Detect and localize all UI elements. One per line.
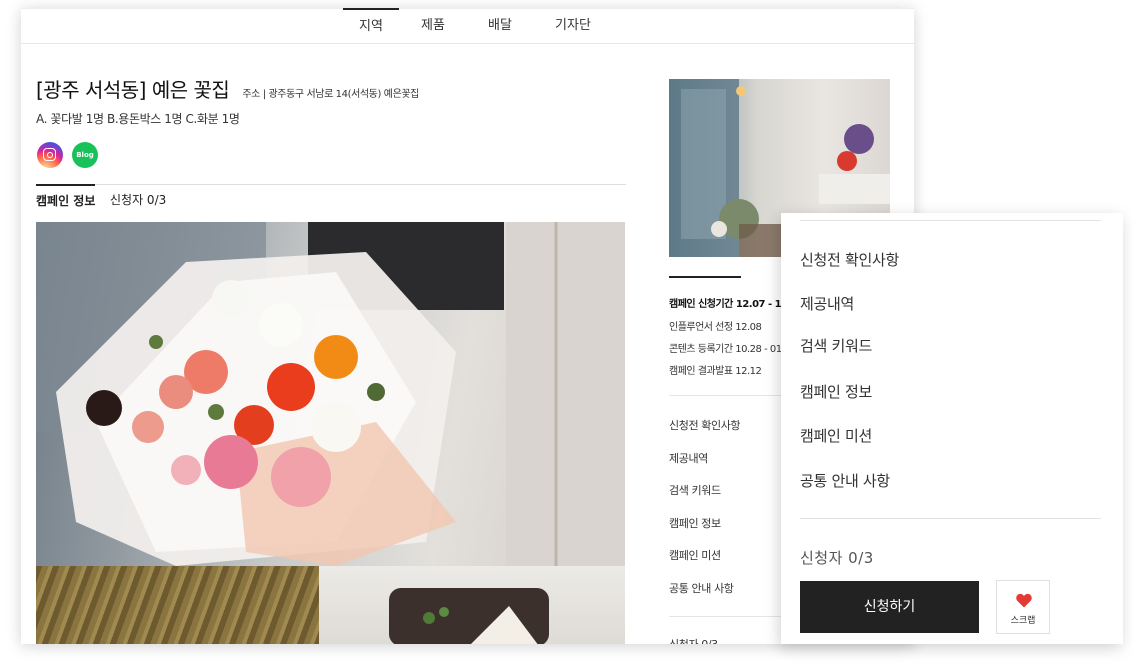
panel-menu-precheck[interactable]: 신청전 확인사항 (800, 249, 899, 270)
sidebar-menu-notice[interactable]: 공통 안내 사항 (669, 580, 734, 596)
heart-icon (1016, 593, 1032, 608)
sidebar-menu-precheck[interactable]: 신청전 확인사항 (669, 417, 741, 433)
panel-menu-mission[interactable]: 캠페인 미션 (800, 425, 872, 446)
page-title: [광주 서석동] 예은 꽃집 (36, 78, 230, 102)
shop-interior-photo (319, 566, 625, 644)
category-tabs: 지역 제품 배달 기자단 (21, 8, 914, 44)
tab-applicants[interactable]: 신청자 0/3 (110, 191, 166, 208)
divider (800, 220, 1101, 221)
instagram-icon[interactable] (37, 142, 63, 168)
offer-options: A. 꽃다발 1명 B.용돈박스 1명 C.화분 1명 (36, 112, 240, 126)
campaign-header: [광주 서석동] 예은 꽃집 주소 | 광주동구 서남로 14(서석동) 예은꽃… (36, 74, 419, 103)
sidebar-menu-campaign-info[interactable]: 캠페인 정보 (669, 515, 721, 531)
scrap-button[interactable]: 스크랩 (996, 580, 1050, 634)
schedule-apply-period: 캠페인 신청기간 12.07 - 12. (669, 299, 791, 310)
sidebar-applicants: 신청자 0/3 (669, 636, 718, 644)
panel-menu-notice[interactable]: 공통 안내 사항 (800, 470, 890, 491)
tab-region[interactable]: 지역 (343, 8, 399, 44)
sidebar-menu-mission[interactable]: 캠페인 미션 (669, 547, 721, 563)
panel-menu-provided[interactable]: 제공내역 (800, 293, 854, 314)
tab-product[interactable]: 제품 (409, 9, 457, 43)
sidebar-divider (669, 276, 741, 278)
tab-delivery[interactable]: 배달 (476, 9, 524, 43)
campaign-side-panel: 신청전 확인사항 제공내역 검색 키워드 캠페인 정보 캠페인 미션 공통 안내… (781, 213, 1123, 644)
sidebar-menu-keywords[interactable]: 검색 키워드 (669, 482, 721, 498)
campaign-subtabs: 캠페인 정보 신청자 0/3 (36, 184, 626, 215)
store-address: 주소 | 광주동구 서남로 14(서석동) 예은꽃집 (242, 89, 419, 100)
scrap-label: 스크랩 (1010, 616, 1036, 626)
applicant-count: 신청자 0/3 (800, 549, 874, 567)
tab-reporters[interactable]: 기자단 (546, 9, 600, 43)
panel-menu-keywords[interactable]: 검색 키워드 (800, 335, 872, 356)
steps-photo (36, 566, 319, 644)
schedule-result: 캠페인 결과발표 12.12 (669, 366, 762, 377)
schedule-content-period: 콘텐츠 등록기간 10.28 - 01. (669, 344, 785, 355)
sidebar-menu-provided[interactable]: 제공내역 (669, 450, 708, 466)
schedule-selection: 인플루언서 선정 12.08 (669, 322, 762, 333)
divider (800, 518, 1101, 519)
panel-menu-campaign-info[interactable]: 캠페인 정보 (800, 381, 872, 402)
sofa-illustration (389, 588, 549, 644)
camera-icon (43, 148, 56, 161)
blog-icon[interactable]: Blog (72, 142, 98, 168)
tab-campaign-info[interactable]: 캠페인 정보 (36, 184, 96, 209)
bouquet-photo (36, 222, 625, 566)
apply-button[interactable]: 신청하기 (800, 581, 979, 633)
bouquet-illustration (36, 222, 625, 566)
